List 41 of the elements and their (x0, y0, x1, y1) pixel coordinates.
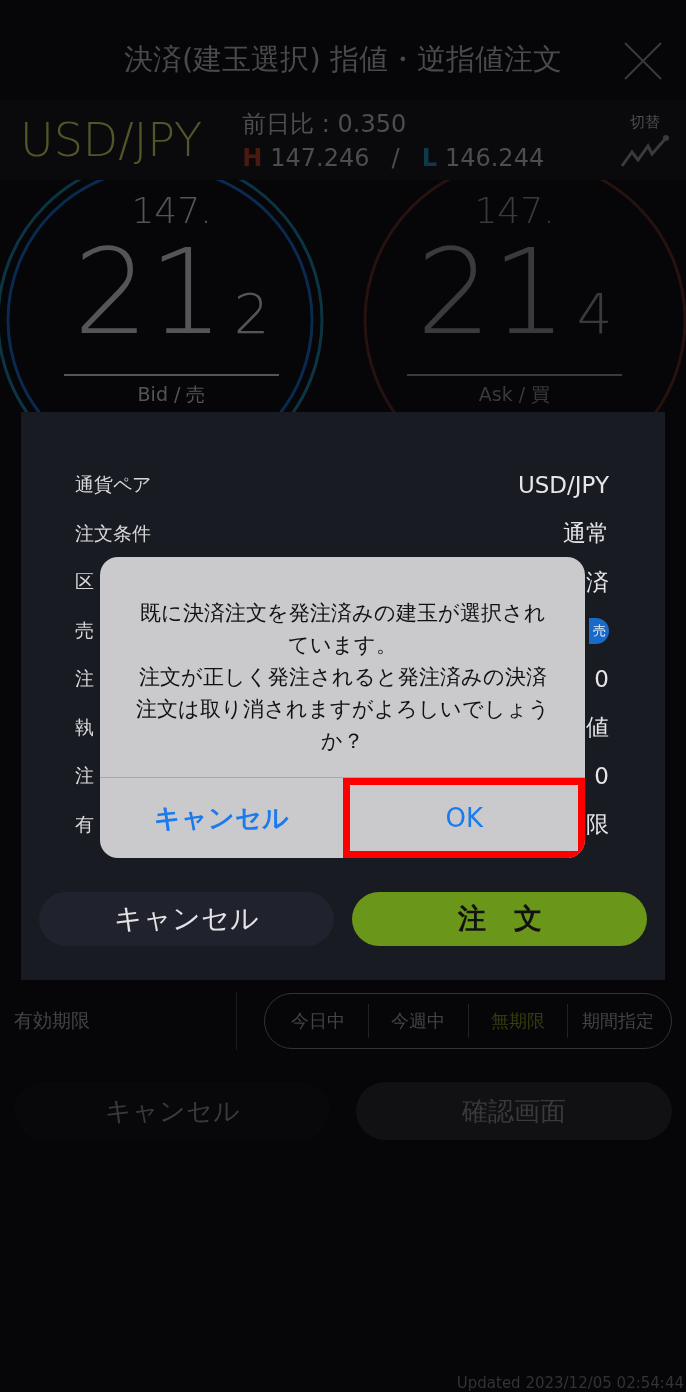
row-value: 済 (586, 567, 609, 597)
expiry-option[interactable]: 今日中 (269, 1004, 368, 1038)
alert-message: 注文が正しく発注されると発注済みの決済注文は取り消されますがよろしいでしょうか？ (134, 664, 551, 755)
price-big-figure: 147. (131, 190, 212, 232)
cancel-button[interactable]: キャンセル (39, 892, 334, 946)
row-label: 注 (75, 763, 94, 789)
row-value: USD/JPY (517, 472, 609, 499)
currency-pair: USD/JPY (20, 113, 203, 167)
line-chart-icon[interactable] (620, 133, 670, 168)
row-label: 売 (75, 617, 94, 643)
price-fraction: 2 (233, 280, 270, 348)
screen-title: 決済(建玉選択) 指値・逆指値注文 (124, 41, 562, 78)
row-label: 有 (75, 811, 94, 837)
ok-button[interactable]: OK (342, 778, 585, 858)
row-value: 限 (586, 810, 609, 840)
high-price: 147.246 (270, 144, 370, 172)
row-label: 注 (75, 666, 94, 692)
row-label: 執 (75, 714, 94, 740)
separator: / (391, 144, 400, 172)
switch-label[interactable]: 切替 (630, 112, 660, 132)
alert-message: 既に決済注文を発注済みの建玉が選択されています。 (138, 600, 547, 659)
cancel-button[interactable]: キャンセル (100, 778, 343, 858)
expiry-option[interactable]: 今週中 (367, 1004, 468, 1038)
side-badge: 売 (589, 617, 609, 644)
row-value: 通常 (563, 519, 609, 549)
price-label: Bid / 売 (137, 382, 206, 406)
expiry-option[interactable]: 期間指定 (567, 1004, 667, 1038)
day-change: 前日比 : 0.350 (242, 109, 408, 140)
high-mark: H (242, 144, 263, 172)
close-icon[interactable] (624, 42, 662, 80)
row-value: 0 (594, 763, 609, 790)
price-pips: 21 (73, 232, 224, 352)
row-label: 注文条件 (75, 520, 151, 546)
low-mark: L (421, 144, 437, 172)
row-label: 通貨ペア (75, 472, 151, 498)
row-value: 0 (594, 666, 609, 693)
low-price: 146.244 (444, 144, 545, 172)
expiry-label: 有効期限 (14, 992, 237, 1050)
order-button[interactable]: 注 文 (352, 892, 647, 946)
row-value: 値 (586, 713, 609, 743)
row-label: 区 (75, 569, 94, 595)
